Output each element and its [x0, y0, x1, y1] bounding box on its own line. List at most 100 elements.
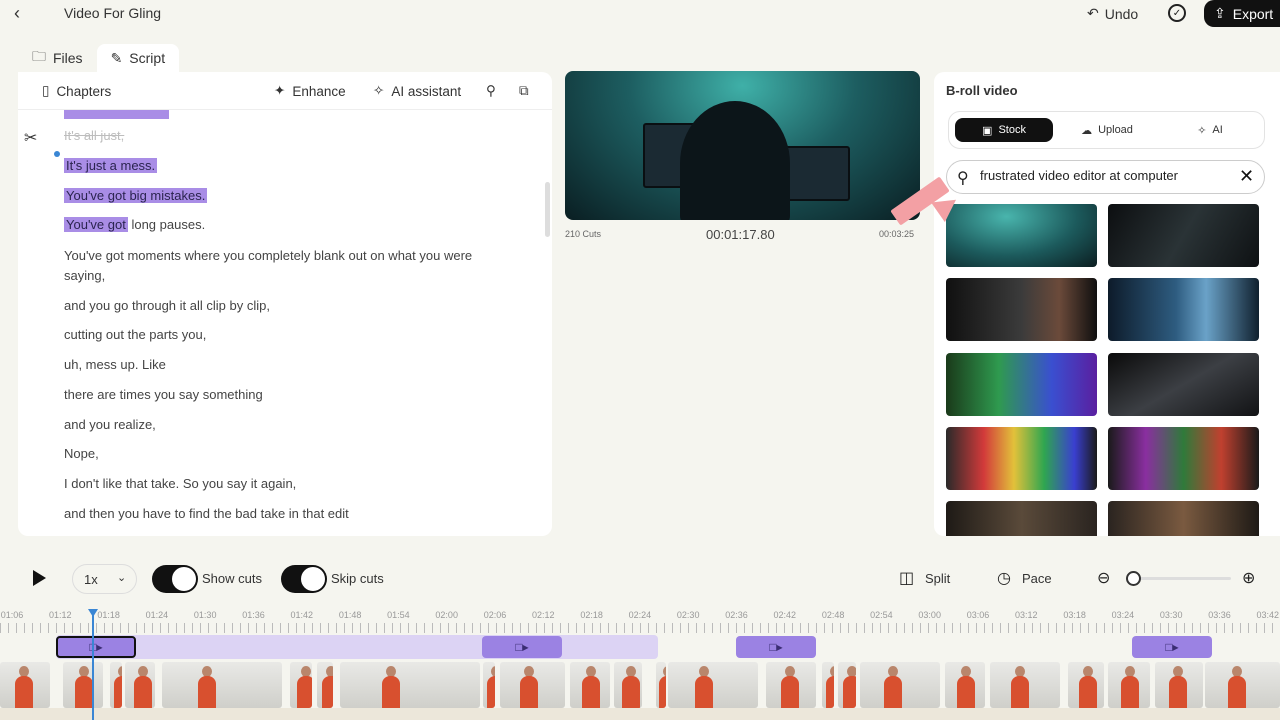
- playback-controls: 1x ⌄ Show cuts Skip cuts ◫ Split ◷ Pace …: [0, 560, 1280, 600]
- zoom-out-icon[interactable]: ⊖: [1097, 568, 1110, 588]
- ruler-tick-label: 02:30: [676, 610, 700, 620]
- pencil-icon: ✎: [110, 49, 123, 66]
- speed-select[interactable]: 1x ⌄: [72, 564, 137, 594]
- broll-thumbnail[interactable]: [946, 501, 1097, 536]
- zoom-in-icon[interactable]: ⊕: [1242, 568, 1255, 588]
- scissors-icon[interactable]: ✂: [24, 128, 37, 148]
- broll-search-input[interactable]: [980, 168, 1235, 183]
- script-line-highlighted[interactable]: It's just a mess.: [64, 158, 158, 173]
- chapters-button[interactable]: ▯ Chapters: [42, 83, 111, 99]
- panel-tabs: 🗀 Files ✎ Script: [18, 44, 180, 72]
- skip-cuts-toggle[interactable]: [281, 565, 327, 593]
- broll-search[interactable]: ⚲ ✕: [946, 160, 1265, 194]
- ruler-tick-label: 03:06: [966, 610, 990, 620]
- broll-thumbnail[interactable]: [1108, 278, 1259, 341]
- ruler-tick-label: 02:48: [821, 610, 845, 620]
- ai-assistant-label: AI assistant: [391, 83, 462, 99]
- copy-icon[interactable]: ⧉: [519, 83, 529, 99]
- filmstrip-frame: [945, 662, 985, 708]
- source-ai-button[interactable]: ✧ AI: [1161, 118, 1259, 142]
- show-cuts-toggle[interactable]: [152, 565, 198, 593]
- pace-clock-icon[interactable]: ◷: [997, 568, 1011, 588]
- ruler-tick-label: 03:36: [1208, 610, 1231, 620]
- enhance-button[interactable]: ✦ Enhance: [274, 83, 346, 99]
- broll-thumbnail[interactable]: [1108, 353, 1259, 416]
- enhance-label: Enhance: [292, 83, 346, 99]
- script-line[interactable]: Nope,: [64, 444, 99, 464]
- script-line[interactable]: saying,: [64, 266, 105, 286]
- source-stock-label: Stock: [998, 124, 1026, 136]
- split-icon[interactable]: ◫: [899, 568, 914, 588]
- filmstrip-frame: [1205, 662, 1280, 708]
- script-line[interactable]: and you go through it all clip by clip,: [64, 296, 270, 316]
- broll-track-region[interactable]: [56, 635, 658, 659]
- script-highlight-fragment[interactable]: You've got: [64, 217, 128, 232]
- video-camera-icon: □▸: [769, 640, 783, 654]
- tab-files[interactable]: 🗀 Files: [18, 44, 97, 72]
- script-line[interactable]: It's all just,: [64, 126, 124, 146]
- script-line[interactable]: and you realize,: [64, 415, 156, 435]
- undo-icon: ↶: [1087, 5, 1099, 21]
- ai-assistant-button[interactable]: ✧ AI assistant: [373, 83, 461, 99]
- close-icon[interactable]: ✕: [1239, 166, 1254, 187]
- script-text[interactable]: It's all just, It's just a mess. You've …: [64, 110, 514, 536]
- ruler-tick-label: 01:48: [338, 610, 362, 620]
- script-line[interactable]: cutting out the parts you,: [64, 325, 206, 345]
- script-line[interactable]: You've got moments where you completely …: [64, 246, 472, 266]
- filmstrip-frame: [990, 662, 1060, 708]
- playhead[interactable]: [92, 610, 94, 720]
- script-fragment[interactable]: long pauses.: [128, 217, 205, 232]
- ruler-tick-label: 01:06: [0, 610, 24, 620]
- script-line[interactable]: I don't like that take. So you say it ag…: [64, 474, 296, 494]
- zoom-slider-handle[interactable]: [1126, 571, 1141, 586]
- undo-button[interactable]: ↶ Undo: [1087, 5, 1138, 22]
- undo-label: Undo: [1104, 5, 1139, 22]
- video-preview[interactable]: [565, 71, 920, 220]
- check-circle-icon[interactable]: ✓: [1168, 4, 1186, 22]
- broll-clip[interactable]: □▸: [482, 636, 562, 658]
- broll-clip[interactable]: □▸: [56, 636, 136, 658]
- broll-thumbnail[interactable]: [946, 353, 1097, 416]
- script-line[interactable]: You've got long pauses.: [64, 215, 205, 235]
- zoom-slider-track[interactable]: [1131, 577, 1231, 580]
- script-toolbar: ▯ Chapters ✦ Enhance ✧ AI assistant ⚲ ⧉: [18, 72, 552, 110]
- broll-clip[interactable]: □▸: [1132, 636, 1212, 658]
- pace-label[interactable]: Pace: [1022, 571, 1052, 586]
- tab-script[interactable]: ✎ Script: [96, 44, 180, 72]
- broll-thumbnail[interactable]: [1108, 501, 1259, 536]
- script-line-highlighted[interactable]: You've got big mistakes.: [64, 188, 208, 203]
- script-line-clipped[interactable]: [64, 110, 170, 119]
- play-icon[interactable]: [33, 570, 46, 586]
- broll-thumbnail[interactable]: [1108, 204, 1259, 267]
- script-line[interactable]: there are times you say something: [64, 385, 263, 405]
- filmstrip-frame: [125, 662, 155, 708]
- filmstrip-frame: [483, 662, 495, 708]
- ruler-tick-label: 03:00: [918, 610, 941, 620]
- back-chevron-icon[interactable]: ‹: [14, 3, 20, 24]
- script-line[interactable]: uh, mess up. Like: [64, 355, 166, 375]
- broll-thumbnail[interactable]: [1108, 427, 1259, 490]
- broll-thumbnail[interactable]: [946, 278, 1097, 341]
- broll-title: B-roll video: [946, 83, 1018, 98]
- ruler-tick-label: 02:42: [773, 610, 797, 620]
- script-line[interactable]: and then you have to find the bad take i…: [64, 504, 349, 524]
- script-scrollbar[interactable]: [545, 182, 550, 237]
- chapters-label: Chapters: [56, 83, 112, 99]
- ruler-tick-label: 01:36: [242, 610, 265, 620]
- search-icon[interactable]: ⚲: [486, 83, 496, 99]
- timeline-ruler[interactable]: 01:06 01:12 01:18 01:24 01:30 01:36 01:42 01:48…: [0, 610, 1280, 634]
- source-stock-button[interactable]: ▣ Stock: [955, 118, 1053, 142]
- ruler-tick-label: 01:18: [97, 610, 120, 620]
- export-button[interactable]: ⇪ Export: [1204, 0, 1280, 27]
- ruler-tick-label: 03:18: [1063, 610, 1086, 620]
- filmstrip-frame: [668, 662, 758, 708]
- broll-thumbnail[interactable]: [946, 427, 1097, 490]
- preview-monitor-right: [780, 146, 850, 201]
- broll-clip[interactable]: □▸: [736, 636, 816, 658]
- source-upload-button[interactable]: ☁ Upload: [1058, 118, 1156, 142]
- split-label[interactable]: Split: [925, 571, 950, 586]
- broll-thumbnail[interactable]: [946, 204, 1097, 267]
- filmstrip-frame: [63, 662, 103, 708]
- filmstrip-frame: [1068, 662, 1104, 708]
- search-icon: ⚲: [957, 170, 969, 187]
